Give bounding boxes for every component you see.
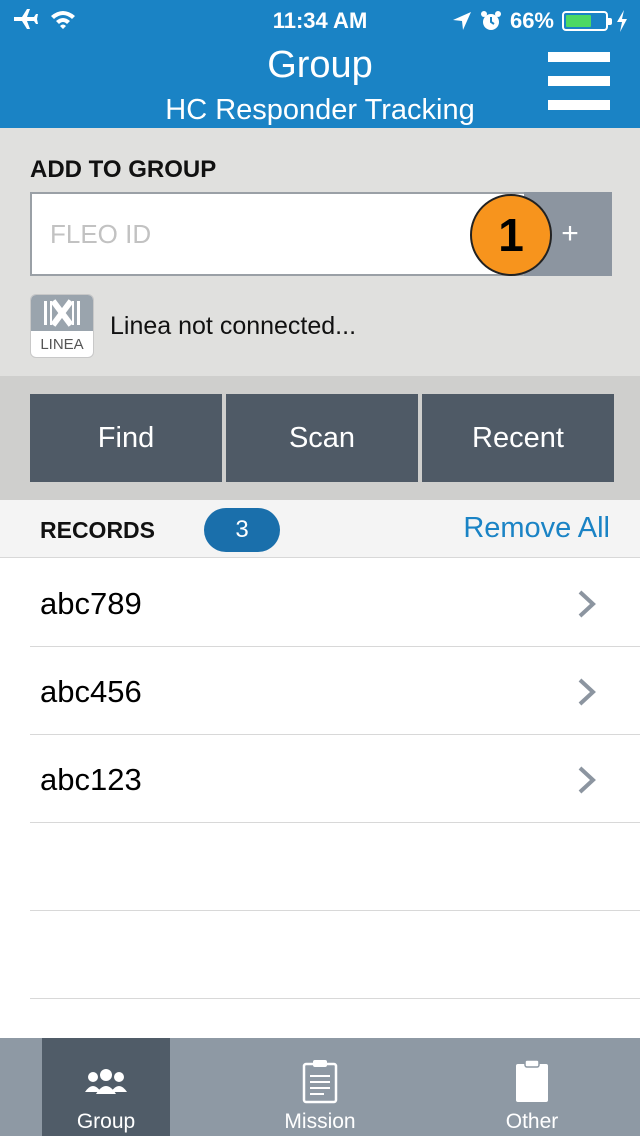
list-item[interactable]: abc123 (30, 735, 640, 823)
record-label: abc123 (40, 762, 142, 797)
plus-icon: + (561, 217, 579, 250)
page-subtitle: HC Responder Tracking (165, 94, 475, 126)
list-item[interactable]: abc789 (30, 559, 640, 647)
battery-percent: 66% (509, 8, 554, 33)
chevron-right-icon (578, 678, 596, 706)
recent-button[interactable]: Recent (422, 394, 614, 482)
record-label: abc789 (40, 586, 142, 621)
records-count-badge: 3 (204, 508, 280, 552)
records-header: RECORDS 3 Remove All (0, 500, 640, 558)
linea-status-text: Linea not connected... (110, 312, 357, 340)
battery-tip (608, 18, 612, 25)
chevron-right-icon (578, 590, 596, 618)
records-label: RECORDS (40, 517, 156, 543)
hamburger-menu-icon[interactable] (548, 52, 610, 114)
status-bar: 11:34 AM 66% (0, 0, 640, 40)
tab-group[interactable]: Group (42, 1038, 170, 1136)
tab-label: Other (505, 1110, 559, 1133)
alarm-clock-icon (480, 11, 501, 30)
add-to-group-panel: ADD TO GROUP + 1 LINEA Linea not connect… (0, 128, 640, 376)
location-arrow-icon (452, 12, 471, 30)
linea-scanner-icon: LINEA (30, 294, 94, 358)
status-right: 66% (452, 8, 628, 34)
page-title: Group (267, 44, 373, 86)
list-item[interactable]: abc456 (30, 647, 640, 735)
fleo-id-input[interactable] (30, 192, 526, 276)
barcode-disconnected-icon (31, 295, 93, 331)
chevron-right-icon (578, 766, 596, 794)
scan-button[interactable]: Scan (226, 394, 418, 482)
tab-bar: Group Mission Other (0, 1038, 640, 1136)
remove-all-link[interactable]: Remove All (463, 512, 610, 545)
empty-list-row (30, 823, 640, 911)
tab-other[interactable]: Other (468, 1038, 596, 1136)
tab-label: Mission (284, 1110, 356, 1133)
step-callout-badge: 1 (470, 194, 552, 276)
charging-bolt-icon (617, 10, 627, 32)
battery-icon (562, 11, 612, 31)
records-list: abc789 abc456 abc123 (0, 559, 640, 999)
battery-level-fill (566, 15, 592, 27)
app-header: 11:34 AM 66% Group HC Responder Tracking (0, 0, 640, 128)
record-label: abc456 (40, 674, 142, 709)
people-icon (83, 1060, 129, 1104)
clipboard-document-icon (302, 1060, 338, 1104)
tab-label: Group (76, 1110, 136, 1133)
action-button-bar: Find Scan Recent (0, 376, 640, 500)
find-button[interactable]: Find (30, 394, 222, 482)
empty-list-row (30, 911, 640, 999)
add-to-group-label: ADD TO GROUP (30, 156, 217, 183)
clipboard-blank-icon (514, 1060, 550, 1104)
tab-mission[interactable]: Mission (256, 1038, 384, 1136)
linea-icon-label: LINEA (40, 336, 84, 353)
